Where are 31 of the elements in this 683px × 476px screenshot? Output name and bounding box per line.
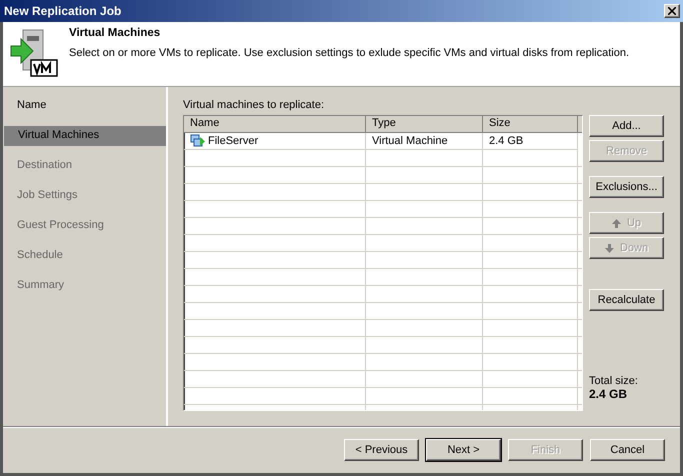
- wizard-button[interactable]: Next >: [426, 439, 501, 461]
- vm-icon: [190, 134, 206, 148]
- wizard-step[interactable]: Destination: [3, 156, 166, 176]
- table-cell: FileServer: [184, 133, 366, 150]
- table-cell: 2.4 GB: [483, 133, 578, 150]
- column-header[interactable]: Size: [483, 116, 578, 133]
- page-title: Virtual Machines: [69, 27, 162, 39]
- table-cell: Virtual Machine: [366, 133, 483, 150]
- close-button[interactable]: [664, 4, 680, 18]
- column-header[interactable]: Name: [184, 116, 366, 133]
- server-vm-icon: [9, 28, 59, 78]
- wizard-step[interactable]: Guest Processing: [3, 216, 166, 236]
- page-description: Select on or more VMs to replicate. Use exclusion settings to exlude specific VMs and virtual disks from replication.: [69, 47, 630, 59]
- action-button[interactable]: Exclusions...: [589, 176, 664, 198]
- wizard-step[interactable]: Virtual Machines: [4, 126, 166, 146]
- table-label: Virtual machines to replicate:: [183, 99, 326, 111]
- down-arrow-icon: [604, 244, 614, 252]
- wizard-step[interactable]: Name: [3, 96, 166, 116]
- wizard-step[interactable]: Job Settings: [3, 186, 166, 206]
- up-arrow-icon: [612, 218, 621, 228]
- wizard-button[interactable]: Cancel: [590, 439, 665, 461]
- action-button[interactable]: Recalculate: [589, 289, 664, 311]
- column-header[interactable]: Type: [366, 116, 483, 133]
- total-label: Total size:: [589, 375, 639, 387]
- wizard-step[interactable]: Schedule: [3, 246, 166, 266]
- wizard-step[interactable]: Summary: [3, 276, 166, 296]
- close-icon: [668, 7, 676, 15]
- total-value: 2.4 GB: [589, 387, 628, 401]
- action-button[interactable]: Add...: [589, 115, 664, 137]
- window-title: New Replication Job: [4, 4, 122, 18]
- wizard-button[interactable]: < Previous: [344, 439, 419, 461]
